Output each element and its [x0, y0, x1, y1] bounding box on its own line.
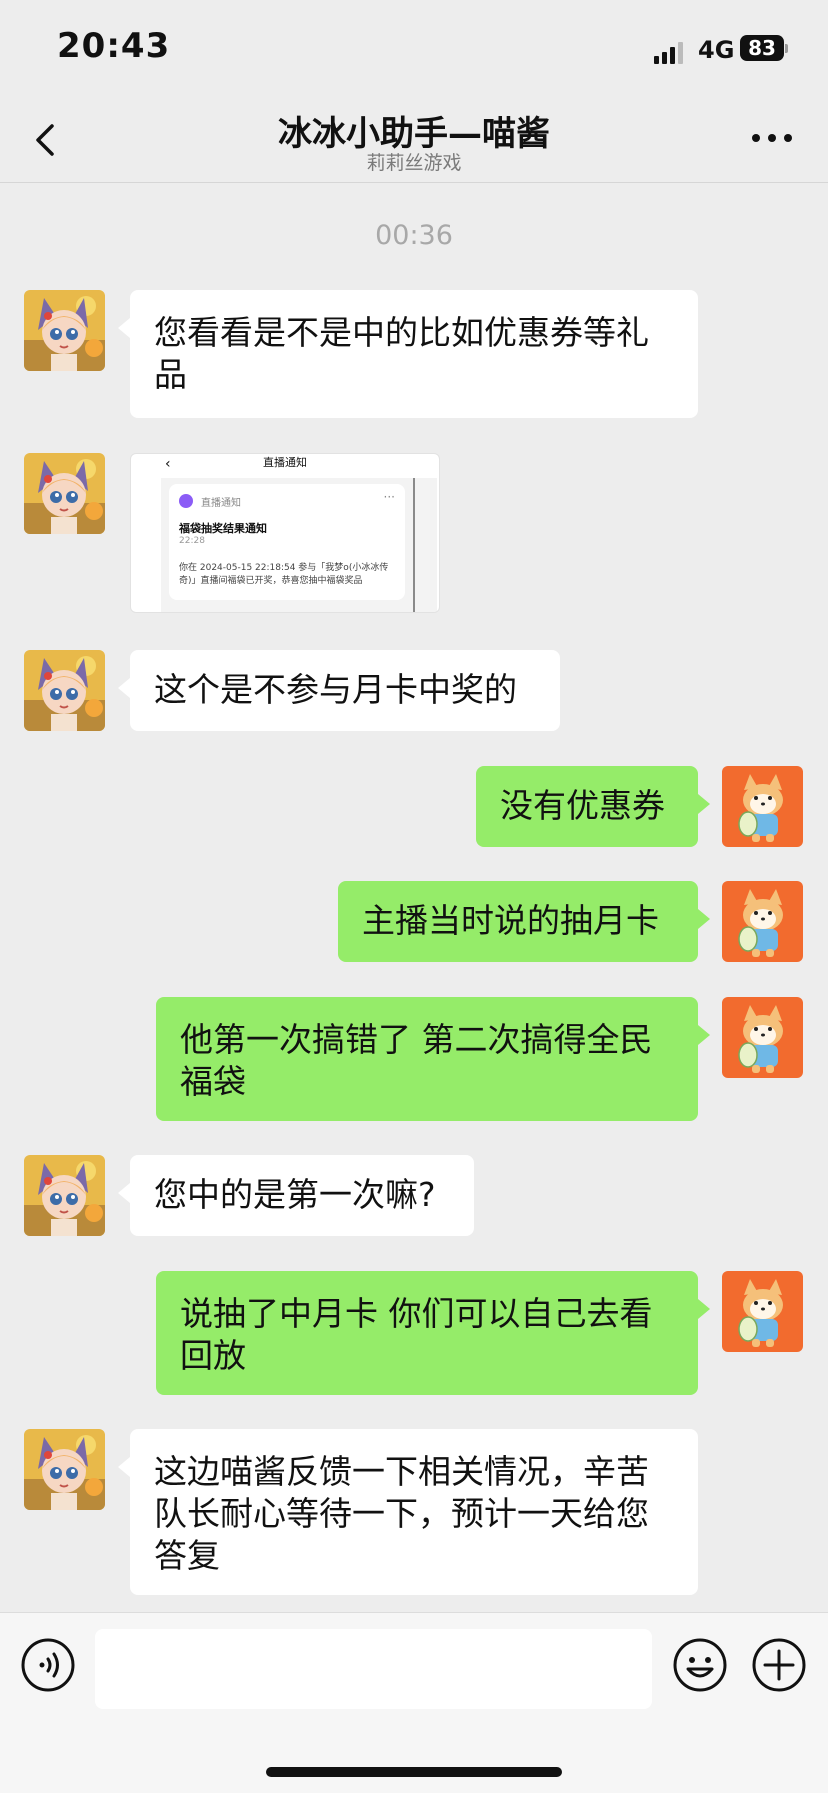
agent-avatar[interactable]: [24, 1155, 105, 1236]
notification-body: 你在 2024-05-15 22:18:54 参与「我梦o(小冰冰传奇)」直播间…: [179, 563, 389, 586]
network-type: 4G: [698, 36, 735, 64]
message-text: 您看看是不是中的比如优惠券等礼品: [154, 313, 649, 394]
image-header: ‹ 直播通知: [165, 456, 307, 472]
plus-icon[interactable]: [751, 1637, 807, 1693]
image-message[interactable]: ‹ 直播通知 直播通知 ··· 福袋抽奖结果通知 22:28 你在 2024-0…: [130, 453, 440, 613]
user-avatar[interactable]: [722, 1271, 803, 1352]
message-bubble[interactable]: 主播当时说的抽月卡: [338, 881, 710, 962]
status-time: 20:43: [57, 26, 171, 66]
status-bar: 20:43 4G 83: [0, 0, 828, 100]
message-text: 主播当时说的抽月卡: [362, 901, 659, 940]
time-separator: 00:36: [375, 220, 453, 251]
notification-label: 直播通知: [201, 498, 241, 509]
notification-card: 直播通知 ··· 福袋抽奖结果通知 22:28 你在 2024-05-15 22…: [161, 478, 437, 612]
more-dots-icon: ···: [383, 490, 395, 504]
message-bubble[interactable]: 您中的是第一次嘛?: [118, 1155, 474, 1236]
chevron-left-icon: ‹: [165, 456, 171, 472]
voice-icon[interactable]: [20, 1637, 76, 1693]
notification-time: 22:28: [179, 536, 205, 546]
message-input[interactable]: [95, 1629, 652, 1709]
agent-avatar[interactable]: [24, 1429, 105, 1510]
message-bubble[interactable]: 说抽了中月卡 你们可以自己去看回放: [156, 1271, 710, 1395]
message-bubble[interactable]: 您看看是不是中的比如优惠券等礼品: [118, 290, 698, 418]
live-icon: [179, 494, 193, 508]
message-text: 这边喵酱反馈一下相关情况，辛苦队长耐心等待一下，预计一天给您答复: [154, 1452, 649, 1575]
message-text: 您中的是第一次嘛?: [154, 1175, 436, 1214]
chat-subtitle: 莉莉丝游戏: [366, 152, 462, 174]
emoji-icon[interactable]: [672, 1637, 728, 1693]
battery-icon: 83: [740, 35, 788, 61]
more-dots-icon[interactable]: [750, 130, 794, 146]
notification-title: 福袋抽奖结果通知: [179, 522, 267, 535]
message-text: 这个是不参与月卡中奖的: [154, 670, 517, 709]
message-text: 说抽了中月卡 你们可以自己去看回放: [180, 1294, 653, 1375]
user-avatar[interactable]: [722, 881, 803, 962]
message-text: 他第一次搞错了 第二次搞得全民福袋: [180, 1020, 653, 1101]
user-avatar[interactable]: [722, 766, 803, 847]
agent-avatar[interactable]: [24, 453, 105, 534]
message-bubble[interactable]: 这个是不参与月卡中奖的: [118, 650, 560, 731]
message-bubble[interactable]: 这边喵酱反馈一下相关情况，辛苦队长耐心等待一下，预计一天给您答复: [118, 1429, 698, 1595]
user-avatar[interactable]: [722, 997, 803, 1078]
message-text: 没有优惠券: [500, 786, 665, 825]
signal-strength-icon: [654, 42, 686, 64]
agent-avatar[interactable]: [24, 290, 105, 371]
input-bar: [0, 1612, 828, 1793]
message-bubble[interactable]: 没有优惠券: [476, 766, 710, 847]
home-indicator[interactable]: [266, 1767, 562, 1777]
agent-avatar[interactable]: [24, 650, 105, 731]
chat-header: 冰冰小助手—喵酱 莉莉丝游戏: [0, 100, 828, 183]
message-bubble[interactable]: 他第一次搞错了 第二次搞得全民福袋: [156, 997, 710, 1121]
battery-level: 83: [740, 35, 784, 61]
